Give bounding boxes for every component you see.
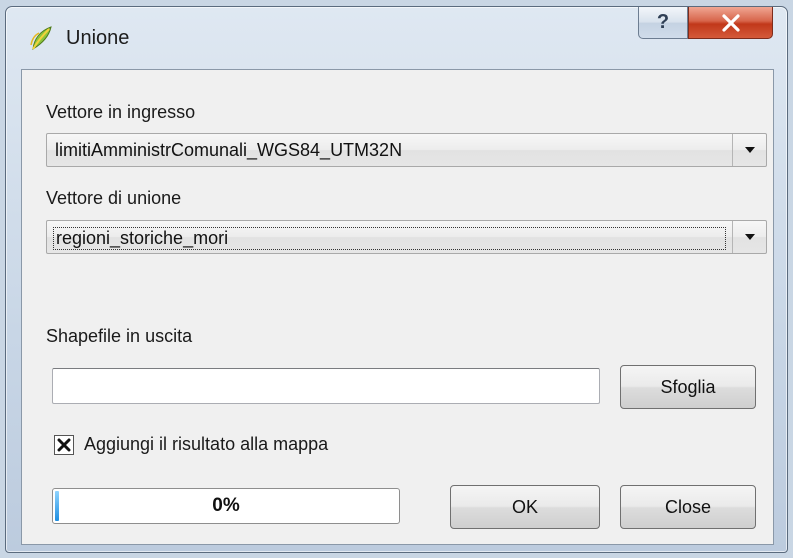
close-icon xyxy=(721,13,740,32)
input-vector-dropdown-arrow[interactable] xyxy=(732,134,766,166)
close-button[interactable]: Close xyxy=(620,485,756,529)
join-vector-combobox[interactable]: regioni_storiche_mori xyxy=(46,220,767,254)
chevron-down-icon xyxy=(744,147,755,153)
add-to-map-checkbox[interactable] xyxy=(54,435,74,455)
progress-bar: 0% xyxy=(52,488,400,524)
help-icon: ? xyxy=(656,11,670,33)
window-title: Unione xyxy=(66,27,130,49)
checkmark-icon xyxy=(57,438,71,452)
output-shapefile-label: Shapefile in uscita xyxy=(46,326,193,346)
qgis-leaf-icon xyxy=(30,26,52,50)
input-vector-label: Vettore in ingresso xyxy=(46,102,196,122)
output-shapefile-input[interactable] xyxy=(52,368,600,404)
join-vector-dropdown-arrow[interactable] xyxy=(732,221,766,253)
ok-button[interactable]: OK xyxy=(450,485,600,529)
add-to-map-label[interactable]: Aggiungi il risultato alla mappa xyxy=(84,434,328,455)
input-vector-combobox[interactable]: limitiAmministrComunali_WGS84_UTM32N xyxy=(46,133,767,167)
join-vector-label: Vettore di unione xyxy=(46,188,182,208)
dialog-window: Unione ? Vettore in ingresso limitiAmmin… xyxy=(5,6,788,553)
title-bar[interactable]: Unione ? xyxy=(6,7,787,69)
input-vector-selected: limitiAmministrComunali_WGS84_UTM32N xyxy=(55,140,403,160)
progress-text: 0% xyxy=(212,495,240,516)
join-vector-selected: regioni_storiche_mori xyxy=(53,227,726,250)
dialog-content: Vettore in ingresso limitiAmministrComun… xyxy=(21,69,774,545)
window-close-button[interactable] xyxy=(688,7,773,39)
chevron-down-icon xyxy=(744,234,755,240)
help-button[interactable]: ? xyxy=(638,7,688,39)
browse-button[interactable]: Sfoglia xyxy=(620,365,756,409)
